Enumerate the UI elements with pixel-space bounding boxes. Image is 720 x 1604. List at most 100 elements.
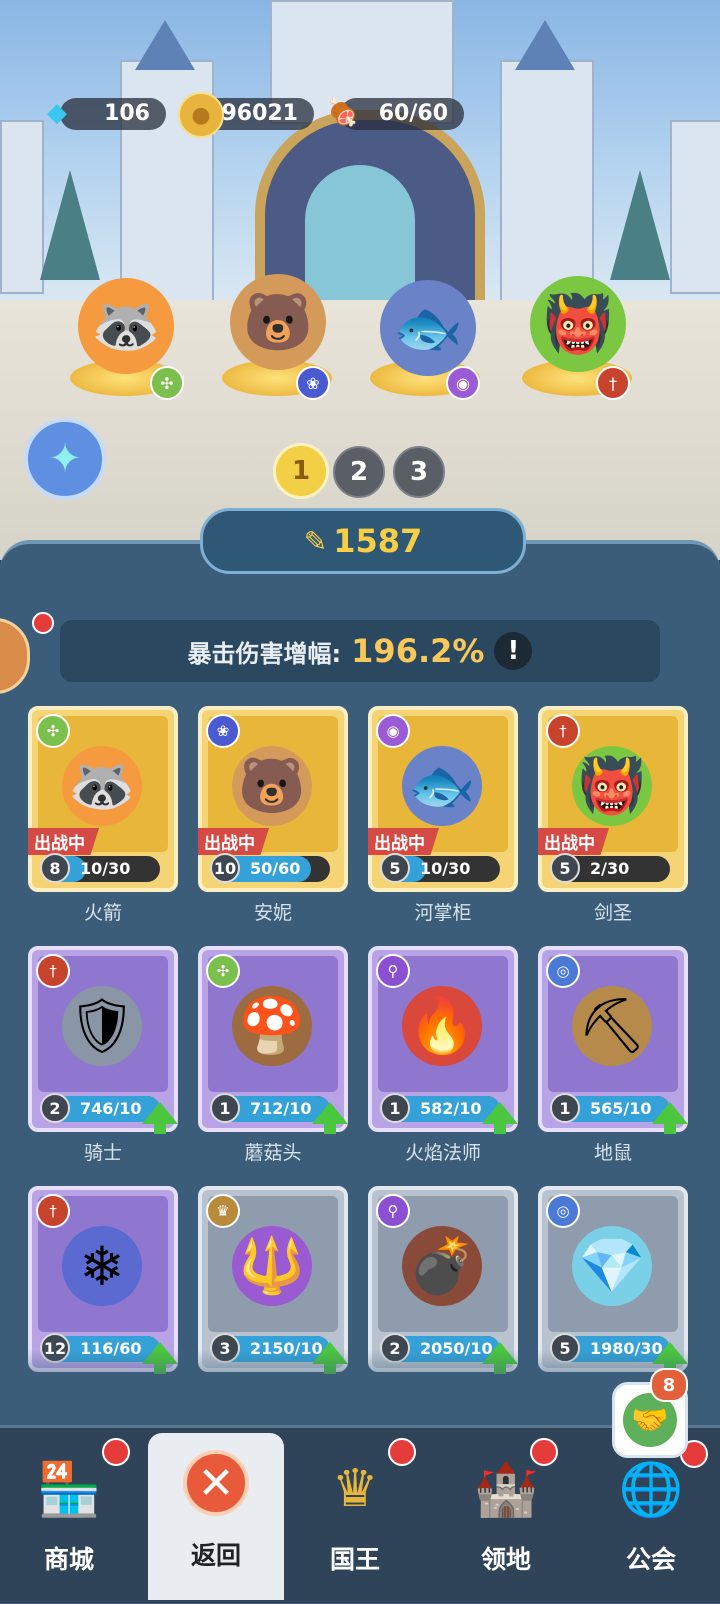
shard-progress: 746/10 [80, 1099, 142, 1118]
team-page-label: 3 [409, 457, 429, 487]
level-progress-bar: 10 50/60 [210, 853, 330, 883]
spiral-icon: ◎ [546, 1194, 580, 1228]
hero-portrait: 🐻 [232, 746, 312, 826]
castle-tower-right [500, 60, 594, 304]
shard-progress: 2/30 [590, 859, 630, 878]
hero-level: 5 [380, 853, 410, 883]
nav-shop-label: 商城 [43, 1545, 94, 1574]
hero-card[interactable]: 🍄 ✣ 1 712/10 [198, 946, 348, 1134]
hero-portrait: 🍄 [232, 986, 312, 1066]
shard-progress: 10/30 [420, 859, 471, 878]
king-notification-dot [388, 1438, 416, 1466]
crown-icon: ♛ [206, 1194, 240, 1228]
hero-card[interactable]: 💎 ◎ 5 1980/30 [538, 1186, 688, 1374]
diamond-icon: ◆ [47, 98, 67, 128]
tower-roof [515, 20, 575, 70]
hero-card[interactable]: 🐻 ❀ 出战中 10 50/60 [198, 706, 348, 892]
tower-roof [135, 20, 195, 70]
hero-card[interactable]: 🐟 ◉ 出战中 5 10/30 [368, 706, 518, 892]
territory-notification-dot [530, 1438, 558, 1466]
cross-arrows-icon: ✣ [206, 954, 240, 988]
shard-progress: 712/10 [250, 1099, 312, 1118]
gate-opening [305, 165, 415, 305]
level-progress-bar: 5 10/30 [380, 853, 500, 883]
hero-level: 8 [40, 853, 70, 883]
hero-portrait: 🦝 [62, 746, 142, 826]
close-icon: ✕ [183, 1450, 249, 1516]
hero-card[interactable]: 🛡 † 2 746/10 [28, 946, 178, 1134]
deployed-tag: 出战中 [28, 828, 99, 855]
hero-portrait: 🐟 [402, 746, 482, 826]
hero-name: 河掌柜 [414, 902, 472, 924]
quill-icon: ✎ [303, 524, 328, 558]
shop-stall-icon: 🏪 [36, 1459, 102, 1520]
hero-name: 火箭 [83, 902, 122, 924]
formation-button[interactable]: ✦ [24, 418, 106, 500]
shard-progress: 582/10 [420, 1099, 482, 1118]
hero-name: 蘑菇头 [244, 1142, 302, 1164]
castle-wall-left [0, 120, 44, 294]
shop-notification-dot [102, 1438, 130, 1466]
eye-icon: ◉ [446, 366, 480, 400]
hero-card[interactable]: 👹 † 出战中 5 2/30 [538, 706, 688, 892]
upgrade-arrow-icon [312, 1102, 348, 1124]
globe-icon: 🌐 [618, 1459, 684, 1520]
hero-card[interactable]: 🔱 ♛ 3 2150/10 [198, 1186, 348, 1374]
hero-portrait: 🔥 [402, 986, 482, 1066]
hero-level: 1 [210, 1093, 240, 1123]
hero-portrait: 💣 [402, 1226, 482, 1306]
hero-portrait: 🔱 [232, 1226, 312, 1306]
nav-territory[interactable]: 🏰 领地 [441, 1440, 571, 1600]
notification-dot [32, 612, 54, 634]
hero-card[interactable]: ⛏ ◎ 1 565/10 [538, 946, 688, 1134]
hero-portrait: 👹 [572, 746, 652, 826]
hero-portrait: ⛏ [572, 986, 652, 1066]
deployed-tag: 出战中 [198, 828, 269, 855]
shard-progress: 565/10 [590, 1099, 652, 1118]
team-page-label: 2 [349, 457, 369, 487]
staff-icon: ⚲ [376, 1194, 410, 1228]
eye-icon: ◉ [376, 714, 410, 748]
paw-icon: ❀ [206, 714, 240, 748]
upgrade-arrow-icon [482, 1102, 518, 1124]
gem-count: 106 [104, 101, 150, 126]
hero-card[interactable]: 🔥 ⚲ 1 582/10 [368, 946, 518, 1134]
raccoon-hero-figure[interactable]: 🦝 [78, 278, 174, 374]
alliance-count-badge: 8 [650, 1368, 688, 1402]
coin-count: 96021 [221, 101, 298, 126]
hero-name: 安妮 [253, 902, 292, 924]
team-page-1-button[interactable]: 1 [273, 443, 329, 499]
team-page-2-button[interactable]: 2 [333, 446, 385, 498]
fisherman-hero-figure[interactable]: 🐟 [380, 280, 476, 376]
team-page-label: 1 [291, 456, 311, 486]
info-button[interactable]: ! [494, 632, 533, 670]
info-icon: ! [507, 636, 520, 666]
hero-level: 2 [40, 1093, 70, 1123]
upgrade-arrow-icon [142, 1102, 178, 1124]
shard-progress: 50/60 [250, 859, 301, 878]
team-page-3-button[interactable]: 3 [393, 446, 445, 498]
hero-level: 1 [380, 1093, 410, 1123]
bear-girl-hero-figure[interactable]: 🐻 [230, 274, 326, 370]
stat-value: 196.2% [351, 632, 485, 670]
orc-hero-figure[interactable]: 👹 [530, 276, 626, 372]
hero-card[interactable]: ❄ † 12 116/60 [28, 1186, 178, 1374]
crown-icon: ♛ [331, 1459, 379, 1519]
dpad-icon: ✦ [48, 436, 82, 482]
upgrade-arrow-icon [652, 1102, 688, 1124]
team-power-banner: ✎ 1587 [200, 508, 526, 574]
badge-count: 8 [662, 1374, 676, 1396]
stamina-count: 60/60 [378, 101, 448, 126]
upgrade-arrow-stem [154, 1122, 166, 1134]
hero-card[interactable]: 🦝 ✣ 出战中 8 10/30 [28, 706, 178, 892]
nav-territory-label: 领地 [480, 1545, 531, 1574]
nav-back[interactable]: ✕ 返回 [151, 1440, 281, 1600]
hero-level: 5 [550, 853, 580, 883]
coin-icon: ● [178, 92, 224, 138]
hero-card[interactable]: 💣 ⚲ 2 2050/10 [368, 1186, 518, 1374]
hero-name: 火焰法师 [404, 1142, 481, 1164]
hero-level: 10 [210, 853, 240, 883]
sword-icon: † [546, 714, 580, 748]
shard-progress: 10/30 [80, 859, 131, 878]
hero-level: 1 [550, 1093, 580, 1123]
